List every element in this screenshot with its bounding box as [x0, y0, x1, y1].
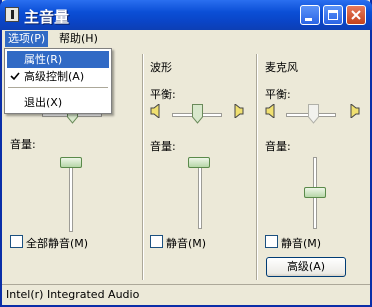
- mute-label: 静音(M): [281, 237, 322, 250]
- status-text: Intel(r) Integrated Audio: [6, 288, 140, 301]
- menu-item-advanced-controls[interactable]: 高级控制(A): [7, 68, 109, 85]
- speaker-right-icon: [350, 104, 360, 118]
- menu-item-label: 退出(X): [24, 96, 63, 109]
- status-bar: Intel(r) Integrated Audio: [2, 284, 370, 305]
- volume-slider-thumb[interactable]: [60, 157, 82, 168]
- mute-checkbox[interactable]: [265, 235, 278, 248]
- menu-bar: 选项(P) 帮助(H): [2, 30, 370, 48]
- volume-slider-thumb[interactable]: [304, 187, 326, 198]
- volume-label: 音量:: [150, 140, 176, 153]
- column-title: 波形: [150, 61, 172, 74]
- menu-separator: [8, 87, 108, 88]
- options-dropdown-menu: 属性(R) 高级控制(A) 退出(X): [4, 48, 112, 114]
- balance-slider-thumb[interactable]: [308, 104, 319, 124]
- checkmark-icon: [10, 72, 20, 81]
- mute-label: 静音(M): [166, 237, 207, 250]
- minimize-icon: [305, 18, 312, 21]
- menu-help[interactable]: 帮助(H): [56, 31, 101, 47]
- maximize-icon: [328, 10, 338, 20]
- app-icon[interactable]: [5, 7, 19, 22]
- close-icon: [351, 10, 361, 20]
- column-title: 麦克风: [265, 61, 298, 74]
- speaker-left-icon: [150, 104, 160, 118]
- menu-item-label: 高级控制(A): [24, 70, 85, 83]
- menu-item-exit[interactable]: 退出(X): [7, 94, 109, 111]
- column-divider: [256, 54, 258, 280]
- window-title: 主音量: [24, 8, 70, 26]
- mute-checkbox[interactable]: [150, 235, 163, 248]
- menu-item-label: 属性(R): [24, 53, 63, 66]
- close-button[interactable]: [346, 5, 366, 25]
- menu-options[interactable]: 选项(P): [5, 31, 49, 47]
- main-volume-window: 主音量 选项(P) 帮助(H) 音量: 全部静音(M) 波形 平衡: 音量: 静…: [0, 0, 372, 307]
- advanced-button[interactable]: 高级(A): [266, 257, 346, 277]
- speaker-right-icon: [234, 104, 244, 118]
- speaker-left-icon: [265, 104, 275, 118]
- balance-slider-thumb[interactable]: [192, 104, 203, 124]
- balance-label: 平衡:: [265, 88, 291, 101]
- maximize-button[interactable]: [323, 5, 343, 25]
- volume-label: 音量:: [265, 140, 291, 153]
- minimize-button[interactable]: [300, 5, 320, 25]
- column-divider: [142, 54, 144, 280]
- title-bar[interactable]: 主音量: [0, 0, 372, 30]
- menu-item-properties[interactable]: 属性(R): [7, 51, 109, 68]
- balance-label: 平衡:: [150, 88, 176, 101]
- volume-track: [69, 160, 73, 232]
- volume-slider-thumb[interactable]: [188, 157, 210, 168]
- mute-all-label: 全部静音(M): [26, 237, 89, 250]
- volume-label: 音量:: [10, 138, 36, 151]
- mute-all-checkbox[interactable]: [10, 235, 23, 248]
